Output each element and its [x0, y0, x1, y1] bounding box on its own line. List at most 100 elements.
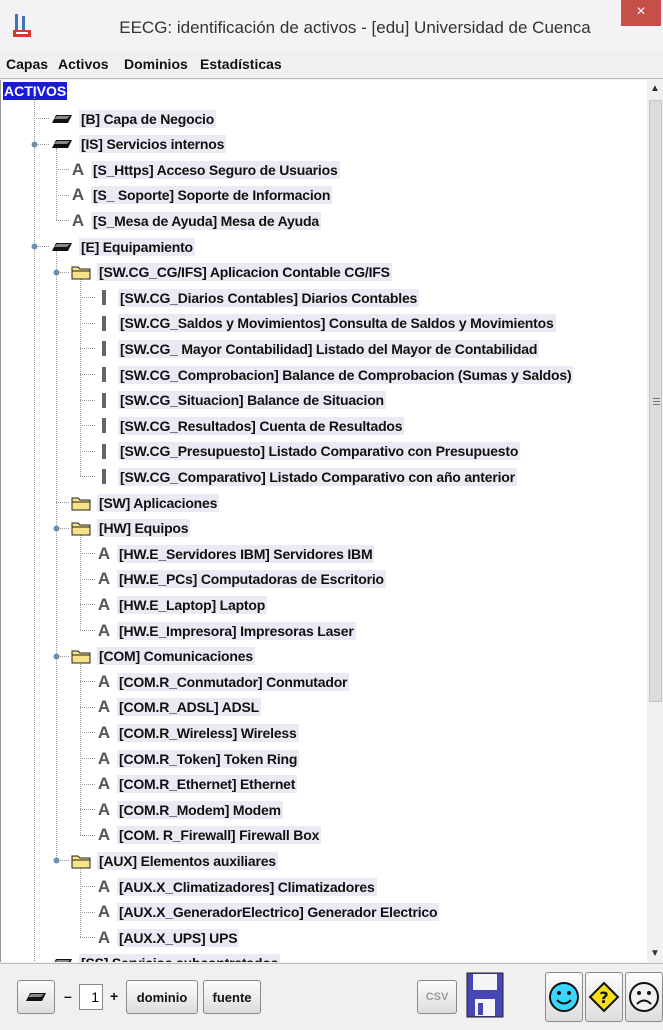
tree-node[interactable]: A [HW.E_PCs] Computadoras de Escritorio [97, 567, 386, 592]
tree-node-label: [SW.CG_Comprobacion] Balance de Comproba… [118, 365, 574, 384]
question-status-button[interactable]: ? [585, 972, 623, 1022]
tree-node[interactable]: [SW.CG_Comprobacion] Balance de Comproba… [97, 362, 574, 387]
tree-node[interactable]: A [S_Https] Acceso Seguro de Usuarios [71, 157, 340, 182]
layer-button[interactable] [17, 980, 55, 1014]
happy-status-button[interactable] [545, 972, 583, 1022]
expand-toggle-icon[interactable] [52, 652, 61, 661]
asset-tree[interactable]: ACTIVOS [B] Capa de Negocio [IS] Servicio… [0, 80, 648, 962]
tree-node[interactable]: [E] Equipamiento [51, 234, 195, 259]
asset-a-icon: A [97, 748, 111, 768]
expand-toggle-icon[interactable] [30, 242, 39, 251]
tree-node[interactable]: A [HW.E_Servidores IBM] Servidores IBM [97, 541, 375, 566]
tree-node[interactable]: A [COM. R_Firewall] Firewall Box [97, 823, 322, 848]
tree-node-label: [SW.CG_Comparativo] Listado Comparativo … [118, 467, 517, 486]
tree-connector-line [80, 374, 95, 375]
save-icon [466, 972, 504, 1018]
tree-node[interactable]: [SW.CG_Resultados] Cuenta de Resultados [97, 413, 405, 438]
tree-connector-line [56, 220, 69, 222]
tree-node[interactable]: [SW] Aplicaciones [71, 490, 220, 515]
asset-a-icon: A [97, 902, 111, 922]
tree-node-label: [HW.E_Laptop] Laptop [117, 595, 268, 614]
tree-node[interactable]: A [AUX.X_UPS] UPS [97, 925, 240, 950]
tree-connector-line [80, 834, 95, 836]
expand-toggle-icon[interactable] [52, 268, 61, 277]
tree-node[interactable]: [SW.CG_Situacion] Balance de Situacion [97, 388, 386, 413]
window-title: EECG: identificación de activos - [edu] … [119, 18, 591, 37]
dominio-button[interactable]: dominio [126, 980, 198, 1014]
tree-connector-line [80, 297, 95, 299]
asset-a-icon: A [97, 722, 111, 742]
close-button[interactable]: × [621, 0, 661, 26]
tree-node-label: [COM.R_Wireless] Wireless [117, 723, 299, 742]
tree-node-label: [HW.E_Servidores IBM] Servidores IBM [117, 544, 375, 563]
tree-node[interactable]: A [AUX.X_GeneradorElectrico] Generador El… [97, 900, 440, 925]
expand-toggle-icon[interactable] [52, 524, 61, 533]
save-button[interactable] [466, 972, 504, 1018]
tree-node[interactable]: A [COM.R_Ethernet] Ethernet [97, 772, 298, 797]
menu-activos[interactable]: Activos [58, 56, 109, 72]
tree-node[interactable]: [SW.CG_CG/IFS] Aplicacion Contable CG/IF… [71, 260, 392, 285]
tree-connector-line [80, 783, 95, 785]
tree-connector-line [80, 425, 95, 427]
tree-node[interactable]: A [COM.R_Modem] Modem [97, 797, 283, 822]
level-plus-button[interactable]: + [110, 988, 118, 1004]
tree-node[interactable]: [AUX] Elementos auxiliares [71, 848, 278, 873]
tree-root-activos[interactable]: ACTIVOS [3, 82, 68, 100]
tree-node[interactable]: A [S_ Soporte] Soporte de Informacion [71, 183, 333, 208]
tree-connector-line [56, 147, 57, 221]
scroll-down-arrow-icon[interactable]: ▼ [647, 945, 663, 962]
tree-node-label: [COM.R_Conmutador] Conmutador [117, 672, 350, 691]
tree-node[interactable]: [COM] Comunicaciones [71, 644, 255, 669]
tree-node[interactable]: [SW.CG_Comparativo] Listado Comparativo … [97, 464, 517, 489]
tree-connector-line [80, 322, 95, 324]
tree-node[interactable]: A [HW.E_Laptop] Laptop [97, 592, 268, 617]
expand-toggle-icon[interactable] [30, 140, 39, 149]
tree-node[interactable]: A [AUX.X_Climatizadores] Climatizadores [97, 874, 377, 899]
tree-connector-line [34, 94, 35, 962]
asset-a-icon: A [97, 825, 111, 845]
asset-a-icon: A [97, 697, 111, 717]
tree-node[interactable]: [SS] Servicios subcontratados [51, 951, 281, 962]
tree-node[interactable]: [SW.CG_Diarios Contables] Diarios Contab… [97, 285, 420, 310]
tree-node[interactable]: A [COM.R_ADSL] ADSL [97, 695, 261, 720]
fuente-button[interactable]: fuente [203, 980, 261, 1014]
sad-status-button[interactable] [625, 972, 663, 1022]
tree-node-label: [AUX.X_GeneradorElectrico] Generador Ele… [117, 903, 440, 922]
app-icon [13, 14, 31, 37]
tree-node[interactable]: [SW.CG_Presupuesto] Listado Comparativo … [97, 439, 521, 464]
tree-node[interactable]: A [COM.R_Wireless] Wireless [97, 720, 299, 745]
menu-capas[interactable]: Capas [6, 56, 48, 72]
tree-node[interactable]: A [COM.R_Conmutador] Conmutador [97, 669, 350, 694]
tree-node[interactable]: A [HW.E_Impresora] Impresoras Laser [97, 618, 356, 643]
scroll-up-arrow-icon[interactable]: ▲ [647, 80, 663, 97]
tree-node[interactable]: A [COM.R_Token] Token Ring [97, 746, 300, 771]
vertical-scrollbar[interactable]: ▲ ▼ [647, 80, 663, 962]
tree-node[interactable]: [HW] Equipos [71, 516, 191, 541]
expand-toggle-icon[interactable] [52, 856, 61, 865]
tree-connector-line [56, 169, 69, 171]
scroll-thumb[interactable] [649, 100, 662, 702]
tree-node[interactable]: [SW.CG_ Mayor Contabilidad] Listado del … [97, 336, 540, 361]
menu-estadisticas[interactable]: Estadísticas [200, 56, 282, 72]
sad-face-icon [629, 982, 659, 1012]
menu-dominios[interactable]: Dominios [124, 56, 188, 72]
tree-connector-line [80, 864, 81, 938]
tree-node[interactable]: [B] Capa de Negocio [51, 106, 217, 131]
tree-node-label: [SW.CG_CG/IFS] Aplicacion Contable CG/IF… [97, 263, 392, 282]
question-diamond-icon: ? [588, 981, 620, 1013]
tree-connector-line [80, 886, 95, 887]
level-spinner-input[interactable]: 1 [79, 984, 103, 1010]
tree-connector-line [80, 604, 95, 606]
tree-connector-line [56, 194, 69, 196]
tree-connector-line [56, 502, 69, 503]
level-minus-button[interactable]: – [64, 988, 72, 1004]
svg-text:?: ? [599, 988, 608, 1007]
layer-icon [26, 993, 46, 1001]
asset-a-icon: A [71, 185, 85, 205]
tree-connector-line [80, 706, 95, 708]
csv-button[interactable]: CSV [417, 980, 457, 1014]
tree-node-label: [AUX.X_Climatizadores] Climatizadores [117, 877, 377, 896]
tree-node[interactable]: A [S_Mesa de Ayuda] Mesa de Ayuda [71, 208, 321, 233]
tree-node[interactable]: [SW.CG_Saldos y Movimientos] Consulta de… [97, 311, 556, 336]
tree-node[interactable]: [IS] Servicios internos [51, 132, 227, 157]
